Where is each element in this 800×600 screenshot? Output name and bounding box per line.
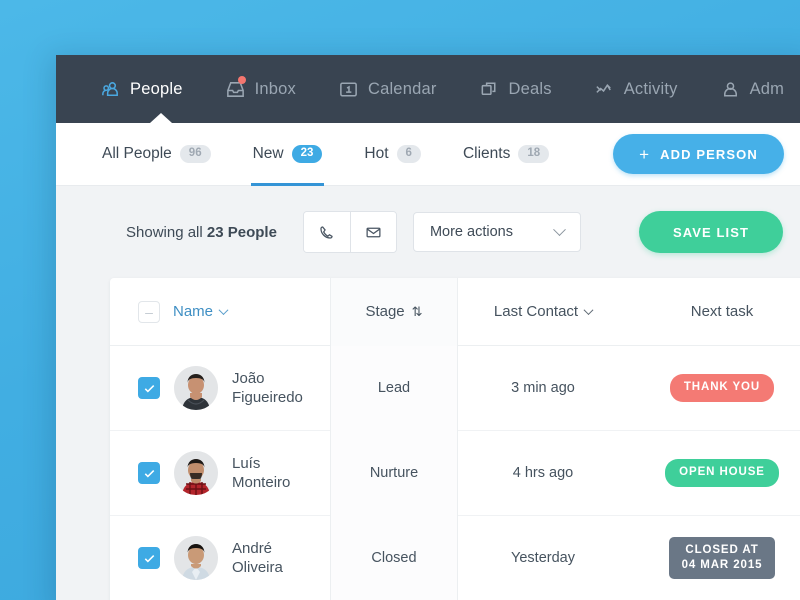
table-row[interactable]: Luís Monteiro Nurture 4 hrs ago OPEN HOU…	[110, 430, 800, 516]
person-last-name: Figueiredo	[232, 389, 303, 406]
tab-count-badge: 6	[396, 145, 421, 163]
phone-icon[interactable]	[303, 212, 350, 252]
person-first-name: André	[232, 539, 273, 557]
list-toolbar: Showing all 23 People More actions SAVE …	[56, 186, 800, 278]
table-row[interactable]: João Figueiredo Lead 3 min ago THANK YOU	[110, 345, 800, 431]
inbox-icon	[225, 75, 246, 100]
quick-action-group	[302, 211, 397, 253]
column-header-name[interactable]: – Name	[110, 278, 330, 346]
person-last-name: Oliveira	[232, 559, 283, 576]
avatar	[174, 366, 218, 410]
tab-label: Clients	[462, 145, 511, 162]
showing-prefix: Showing all	[126, 223, 207, 241]
row-checkbox[interactable]	[138, 462, 160, 484]
last-contact-cell: Yesterday	[511, 550, 575, 566]
select-all-checkbox[interactable]: –	[138, 300, 160, 323]
table-row[interactable]: André Oliveira Closed Yesterday CLOSED A…	[110, 515, 800, 600]
column-header-stage[interactable]: Stage ⇅	[330, 277, 458, 346]
column-header-stage-label: Stage	[365, 303, 405, 320]
chevron-down-icon	[583, 305, 594, 316]
stage-cell: Closed	[330, 515, 458, 600]
person-cell: João Figueiredo	[110, 346, 330, 431]
tab-all-people[interactable]: All People 96	[102, 123, 211, 186]
chevron-down-icon	[553, 222, 566, 236]
person-name: André Oliveira	[232, 539, 283, 577]
save-list-button[interactable]: SAVE LIST	[638, 211, 784, 253]
envelope-icon[interactable]	[349, 212, 396, 252]
more-actions-label: More actions	[429, 224, 513, 240]
nav-item-label: Inbox	[254, 79, 296, 98]
tab-label: New	[252, 145, 284, 162]
tab-count-badge: 23	[291, 145, 323, 163]
nav-item-people[interactable]: People	[100, 79, 183, 100]
next-task-cell: OPEN HOUSE	[628, 431, 800, 516]
status-badge[interactable]: CLOSED AT 04 MAR 2015	[668, 536, 776, 580]
showing-count: 23 People	[206, 223, 277, 241]
top-navigation-bar: People Inbox Calendar Deals Activity Adm	[56, 55, 800, 123]
column-header-last-contact[interactable]: Last Contact	[458, 278, 628, 346]
status-badge[interactable]: OPEN HOUSE	[665, 459, 779, 487]
activity-icon	[594, 79, 615, 100]
row-checkbox[interactable]	[138, 547, 160, 569]
person-first-name: João	[232, 369, 265, 387]
tab-count-badge: 18	[518, 145, 550, 163]
last-contact-cell: 4 hrs ago	[512, 465, 574, 481]
person-cell: André Oliveira	[110, 516, 330, 600]
person-name: João Figueiredo	[232, 369, 303, 407]
add-person-label: ADD PERSON	[660, 146, 758, 162]
nav-item-label: Calendar	[367, 79, 437, 98]
person-last-name: Monteiro	[232, 474, 291, 491]
tab-hot[interactable]: Hot 6	[364, 123, 421, 186]
inbox-notification-dot	[237, 75, 246, 84]
deals-icon	[479, 79, 500, 100]
nav-item-inbox[interactable]: Inbox	[225, 75, 296, 100]
nav-item-label: Deals	[508, 79, 552, 98]
plus-icon: +	[639, 144, 651, 164]
admin-icon	[720, 79, 741, 100]
stage-cell: Lead	[330, 345, 458, 431]
tab-count-badge: 96	[179, 145, 211, 163]
person-first-name: Luís	[232, 454, 261, 472]
column-header-name-label: Name	[173, 303, 214, 320]
next-task-cell: THANK YOU	[628, 346, 800, 431]
avatar	[174, 536, 218, 580]
next-task-cell: CLOSED AT 04 MAR 2015	[628, 516, 800, 600]
calendar-icon	[338, 79, 359, 100]
table-header-row: – Name Stage ⇅ Last Contact Next task	[110, 277, 800, 346]
nav-item-deals[interactable]: Deals	[479, 79, 552, 100]
people-table: – Name Stage ⇅ Last Contact Next task Jo…	[110, 277, 800, 600]
nav-item-admin[interactable]: Adm	[720, 79, 785, 100]
showing-count-text: Showing all 23 People	[126, 224, 277, 241]
nav-item-label: Activity	[623, 79, 678, 98]
more-actions-dropdown[interactable]: More actions	[412, 212, 581, 252]
sort-updown-icon: ⇅	[411, 304, 423, 319]
row-checkbox[interactable]	[138, 377, 160, 399]
tab-clients[interactable]: Clients 18	[462, 123, 550, 186]
tab-label: All People	[102, 145, 172, 162]
nav-item-label: Adm	[749, 79, 785, 98]
last-contact-cell: 3 min ago	[511, 380, 575, 396]
column-header-next-task[interactable]: Next task	[628, 278, 800, 346]
tab-new[interactable]: New 23	[250, 123, 325, 186]
people-icon	[100, 79, 121, 100]
chevron-down-icon	[218, 305, 229, 316]
nav-item-activity[interactable]: Activity	[594, 79, 678, 100]
add-person-button[interactable]: + ADD PERSON	[613, 134, 784, 174]
nav-item-calendar[interactable]: Calendar	[338, 79, 437, 100]
person-cell: Luís Monteiro	[110, 431, 330, 516]
person-name: Luís Monteiro	[232, 454, 290, 492]
column-header-next-task-label: Next task	[690, 303, 754, 320]
stage-cell: Nurture	[330, 430, 458, 516]
column-header-last-contact-label: Last Contact	[493, 303, 579, 320]
app-window: People Inbox Calendar Deals Activity Adm…	[56, 55, 800, 600]
tab-label: Hot	[364, 145, 389, 162]
filter-tab-bar: All People 96 New 23 Hot 6 Clients 18 + …	[56, 123, 800, 186]
active-nav-pointer	[150, 113, 172, 123]
avatar	[174, 451, 218, 495]
nav-item-label: People	[130, 79, 183, 98]
status-badge[interactable]: THANK YOU	[669, 374, 775, 402]
